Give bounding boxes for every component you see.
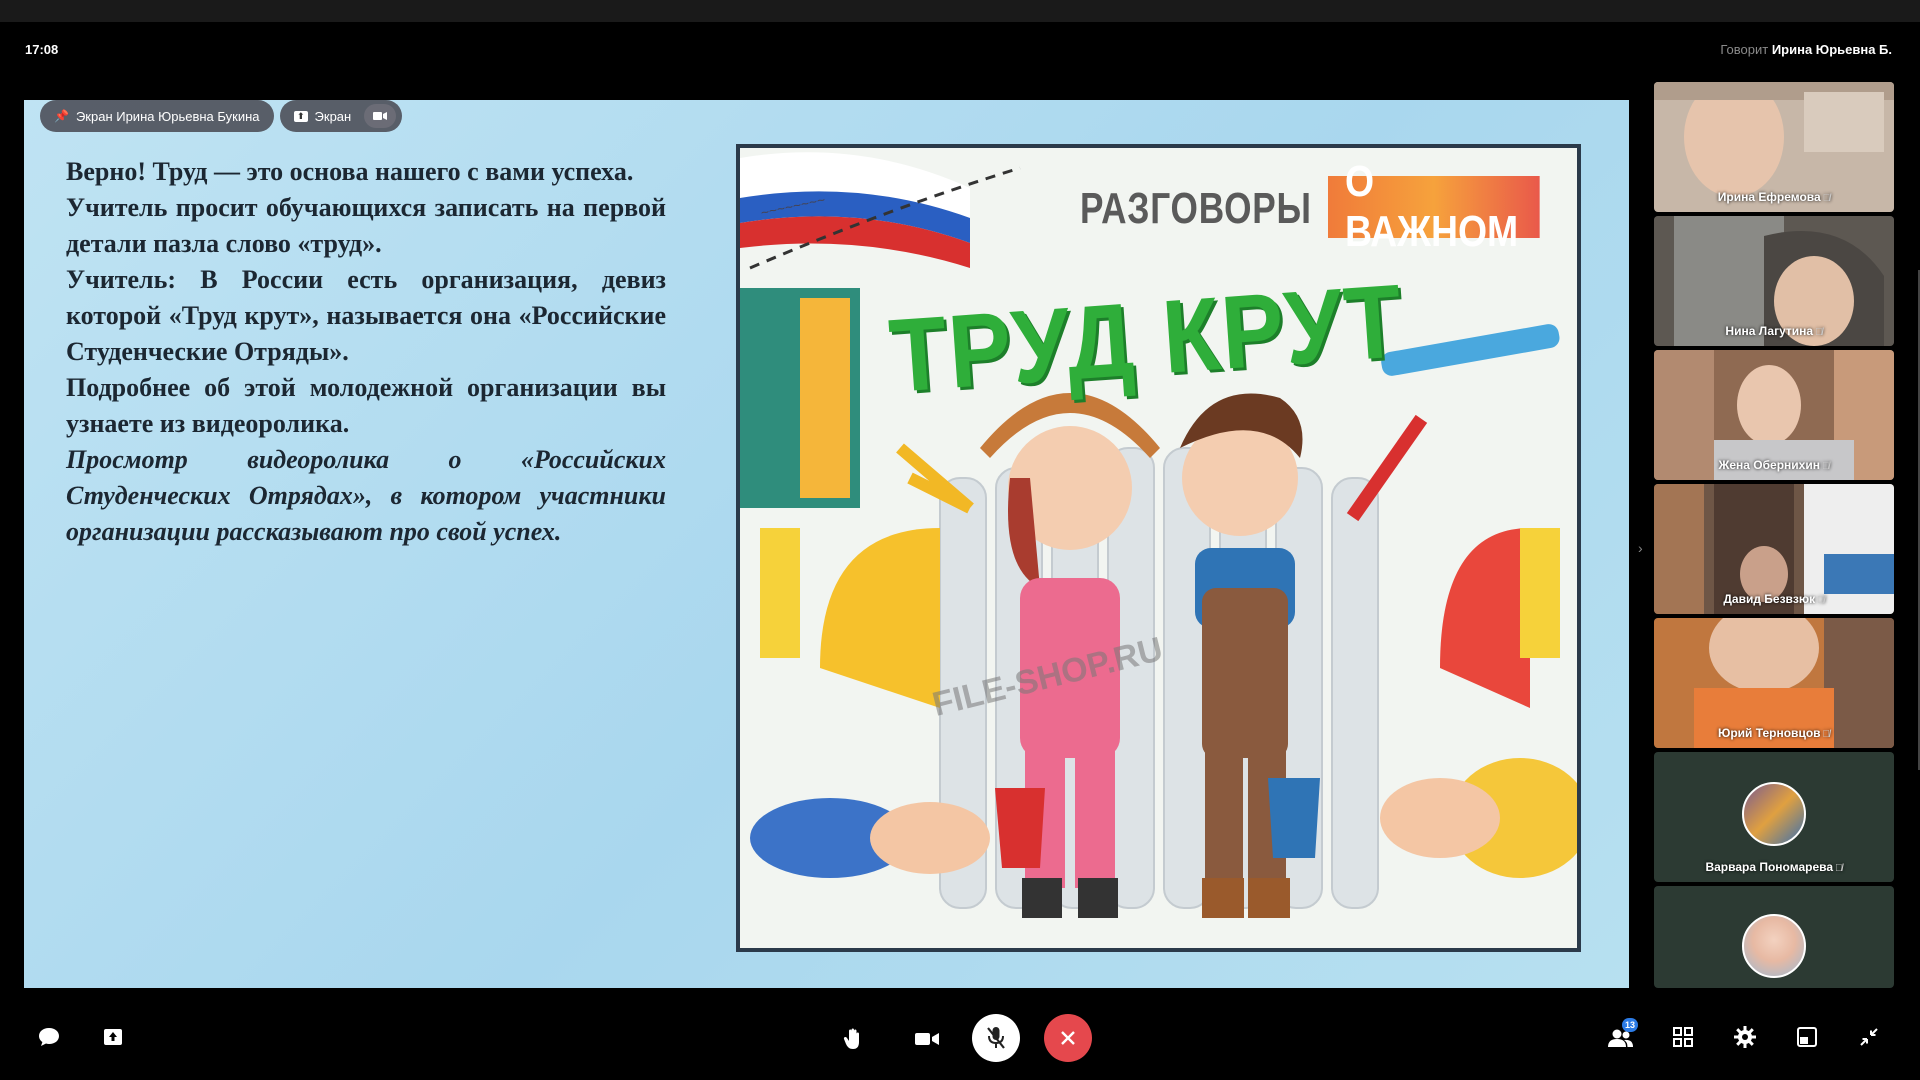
chevron-right-icon[interactable]: ›	[1638, 540, 1643, 556]
mic-off-icon: 🎙̸	[1822, 193, 1831, 204]
participant-tile[interactable]: Жена Обернихин 🎙̸	[1654, 350, 1894, 480]
mic-off-icon	[987, 1027, 1005, 1049]
layout-button[interactable]	[1794, 1024, 1820, 1050]
avatar	[1742, 914, 1806, 978]
screen-owner-label: Экран Ирина Юрьевна Букина	[75, 108, 260, 124]
hand-icon	[843, 1028, 859, 1049]
slide-paragraph: Учитель: В России есть организация, деви…	[66, 265, 666, 366]
end-call-button[interactable]	[1044, 1014, 1092, 1062]
grid-view-button[interactable]	[1670, 1024, 1696, 1050]
screen-owner-chip[interactable]: 📌 Экран Ирина Юрьевна Букина	[40, 100, 274, 132]
participant-name: Юрий Терновцов 🎙̸	[1717, 726, 1831, 740]
slide-poster-image: ~~~~~~~~ РАЗГОВОРЫ О ВАЖНОМ ТРУД КРУТ FI…	[736, 144, 1581, 952]
mic-off-icon: 🎙̸	[1822, 729, 1831, 740]
participant-tile[interactable]: Давид Безвзюк 🎙̸	[1654, 484, 1894, 614]
poster-header-right: О ВАЖНОМ	[1328, 157, 1540, 256]
participant-name: Давид Безвзюк 🎙̸	[1723, 592, 1825, 606]
close-icon	[1061, 1031, 1075, 1045]
mic-off-icon: 🎙̸	[1817, 595, 1825, 606]
share-screen-button[interactable]	[100, 1024, 126, 1050]
screen-share-view: 📌 Экран Ирина Юрьевна Букина ⬆ Экран Вер…	[24, 100, 1629, 988]
raise-hand-button[interactable]	[838, 1024, 868, 1054]
slide-paragraph: Учитель просит обучающихся записать на п…	[66, 193, 666, 258]
participant-name: Нина Лагутина 🎙̸	[1725, 324, 1823, 338]
camera-button[interactable]	[912, 1024, 942, 1054]
mic-off-icon: 🎙̸	[1815, 327, 1823, 338]
chat-button[interactable]	[36, 1024, 62, 1050]
slide-text: Верно! Труд — это основа нашего с вами у…	[66, 154, 666, 550]
bottom-toolbar: 13	[0, 1000, 1920, 1080]
participants-button[interactable]: 13	[1606, 1018, 1638, 1052]
clock: 17:08	[25, 42, 59, 57]
speaking-label: Говорит	[1720, 42, 1769, 57]
chat-icon	[39, 1028, 59, 1046]
settings-button[interactable]	[1732, 1024, 1758, 1050]
pin-icon: 📌	[54, 109, 69, 123]
participant-name: Варвара Пономарева 🎙̸	[1705, 860, 1843, 874]
collapse-icon	[1860, 1028, 1878, 1046]
video-camera-icon	[915, 1033, 939, 1045]
slide-italic-paragraph: Просмотр видеоролика о «Российских Студе…	[66, 445, 666, 546]
poster-header-left: РАЗГОВОРЫ	[1080, 184, 1312, 233]
participant-tile[interactable]: Юрий Терновцов 🎙̸	[1654, 618, 1894, 748]
mic-off-icon: 🎙̸	[1821, 461, 1830, 472]
speaker-name: Ирина Юрьевна Б.	[1771, 42, 1892, 57]
participant-name: Жена Обернихин 🎙̸	[1718, 458, 1830, 472]
participants-count-badge: 13	[1622, 1018, 1638, 1032]
poster-illustration	[740, 148, 1577, 948]
participant-tile[interactable]: Варвара Пономарева 🎙̸	[1654, 752, 1894, 882]
camera-toggle-icon[interactable]	[364, 104, 397, 128]
avatar	[1742, 782, 1806, 846]
grid-icon	[1673, 1027, 1693, 1047]
screen-icon: ⬆	[294, 110, 308, 122]
screen-view-chip[interactable]: ⬆ Экран	[280, 100, 403, 132]
participant-tile[interactable]: Ирина Ефремова 🎙̸	[1654, 82, 1894, 212]
participant-tile[interactable]	[1654, 886, 1894, 988]
gear-icon	[1734, 1026, 1756, 1048]
active-speaker-indicator: Говорит Ирина Юрьевна Б.	[1720, 42, 1892, 57]
share-screen-icon	[104, 1029, 122, 1045]
window-top-strip	[0, 0, 1920, 22]
slide-paragraph: Верно! Труд — это основа нашего с вами у…	[66, 157, 634, 186]
slide-paragraph: Подробнее об этой молодежной организации…	[66, 373, 666, 438]
participant-tile[interactable]: Нина Лагутина 🎙̸	[1654, 216, 1894, 346]
participant-name: Ирина Ефремова 🎙̸	[1717, 190, 1831, 204]
mic-off-icon: 🎙̸	[1835, 863, 1843, 874]
microphone-button[interactable]	[972, 1014, 1020, 1062]
layout-icon	[1797, 1027, 1817, 1047]
exit-fullscreen-button[interactable]	[1856, 1024, 1882, 1050]
screen-view-label: Экран	[314, 108, 352, 124]
